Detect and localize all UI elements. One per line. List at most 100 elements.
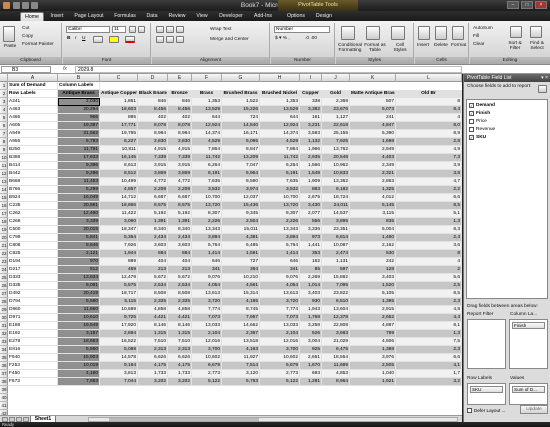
tab-review[interactable]: Review (164, 12, 190, 21)
value-cell[interactable]: 5,115 (100, 298, 138, 306)
value-cell[interactable]: 13,604 (322, 306, 350, 314)
autosum-button[interactable]: AutoSum (473, 26, 493, 31)
value-cell[interactable]: 7,957 (222, 314, 260, 322)
value-cell[interactable]: 2,208 (168, 186, 192, 194)
value-cell[interactable]: 4,9 (396, 146, 462, 154)
column-header-l[interactable]: L (396, 74, 462, 82)
value-cell[interactable]: 6,485 (222, 242, 260, 250)
value-cell[interactable]: 9,076 (260, 274, 300, 282)
sort-filter-button[interactable]: Sort & Filter (504, 41, 526, 51)
row-label-cell[interactable]: B414 (8, 162, 58, 170)
value-cell[interactable]: 8,575 (168, 202, 192, 210)
value-cell[interactable]: 597 (322, 266, 350, 274)
row-label-cell[interactable]: D860 (8, 306, 58, 314)
value-cell[interactable]: 7,864 (260, 146, 300, 154)
value-cell[interactable]: 11,422 (100, 210, 138, 218)
field-checkbox[interactable]: ✓ (469, 103, 474, 108)
value-cell[interactable]: 1,733 (138, 370, 168, 378)
value-cell[interactable]: 1,3 (396, 330, 462, 338)
value-cell[interactable]: 5,672 (168, 274, 192, 282)
value-cell[interactable]: 7,514 (222, 362, 260, 370)
value-cell[interactable]: 4,160 (58, 370, 100, 378)
value-cell[interactable]: 4,529 (192, 138, 222, 146)
value-cell[interactable]: 1,7 (396, 370, 462, 378)
value-cell[interactable]: Brushed Brass (222, 90, 260, 98)
value-cell[interactable]: 8,646 (58, 242, 100, 250)
value-cell[interactable]: 12,378 (322, 314, 350, 322)
value-cell[interactable]: 4,857 (100, 186, 138, 194)
value-cell[interactable]: 18,554 (322, 354, 350, 362)
value-cell[interactable]: 2,5 (396, 282, 462, 290)
format-painter-button[interactable]: Format Painter (22, 42, 54, 47)
value-cell[interactable]: 2,773 (260, 370, 300, 378)
row-header[interactable]: 11 (0, 162, 8, 170)
row-label-cell[interactable]: Sum of Demand (8, 82, 58, 90)
value-cell[interactable]: 11,689 (322, 362, 350, 370)
value-cell[interactable]: 925 (300, 346, 322, 354)
value-cell[interactable]: 6,626 (138, 354, 168, 362)
value-cell[interactable]: 3,339 (58, 218, 100, 226)
value-cell[interactable]: 3,915 (138, 162, 168, 170)
value-cell[interactable]: 11,742 (260, 154, 300, 162)
value-cell[interactable]: 13,343 (192, 226, 222, 234)
value-cell[interactable]: 8,512 (100, 170, 138, 178)
value-cell[interactable]: 3,258 (300, 322, 322, 330)
value-cell[interactable]: 10,087 (322, 242, 350, 250)
value-cell[interactable]: 8,745 (222, 306, 260, 314)
value-cell[interactable]: 1,131 (322, 258, 350, 266)
value-cell[interactable]: 7,339 (168, 154, 192, 162)
value-cell[interactable]: 3,6 (396, 242, 462, 250)
value-cell[interactable]: 885 (100, 114, 138, 122)
value-cell[interactable]: 24,011 (322, 202, 350, 210)
value-cell[interactable]: 5,6 (396, 274, 462, 282)
wrap-text-button[interactable]: Wrap Text (210, 27, 231, 32)
value-cell[interactable]: 1,698 (350, 138, 396, 146)
value-cell[interactable]: 10,962 (322, 162, 350, 170)
value-cell[interactable]: 15,436 (222, 202, 260, 210)
value-cell[interactable]: 5,145 (350, 202, 396, 210)
value-cell[interactable]: 2,504 (222, 218, 260, 226)
row-header[interactable]: 20 (0, 234, 8, 242)
shrink-font-icon[interactable] (138, 26, 145, 33)
finish-field-chip[interactable]: Finish (512, 322, 545, 329)
value-cell[interactable]: 1,414 (260, 250, 300, 258)
value-cell[interactable]: 5,192 (138, 210, 168, 218)
column-header-i[interactable]: I (300, 74, 322, 82)
value-cell[interactable]: 5,004 (350, 226, 396, 234)
value-cell[interactable]: 3,231 (300, 122, 322, 130)
value-cell[interactable]: 20,548 (322, 154, 350, 162)
scroll-thumb[interactable] (109, 418, 259, 421)
value-cell[interactable]: 883 (300, 186, 322, 194)
value-cell[interactable]: 3,974 (222, 186, 260, 194)
row-header[interactable]: 39 (0, 386, 8, 394)
value-cell[interactable]: Brass (192, 90, 222, 98)
value-cell[interactable]: 1,921 (350, 378, 396, 386)
value-cell[interactable]: 1,014 (300, 282, 322, 290)
value-cell[interactable]: 2,104 (260, 330, 300, 338)
row-header[interactable]: 18 (0, 218, 8, 226)
value-cell[interactable]: 3,700 (192, 346, 222, 354)
value-cell[interactable]: 2,894 (100, 330, 138, 338)
cell-styles-icon[interactable] (391, 26, 405, 40)
row-header[interactable]: 41 (0, 402, 8, 410)
value-cell[interactable]: 3,403 (300, 290, 322, 298)
value-cell[interactable]: 6,679 (192, 362, 222, 370)
value-cell[interactable]: 2,434 (168, 234, 192, 242)
find-select-button[interactable]: Find & Select (526, 41, 548, 51)
row-header[interactable]: 25 (0, 274, 8, 282)
value-cell[interactable]: 1,391 (138, 218, 168, 226)
value-cell[interactable]: 3,060 (100, 218, 138, 226)
value-cell[interactable]: 2,367 (222, 330, 260, 338)
row-label-cell[interactable]: C262 (8, 210, 58, 218)
row-header[interactable]: 8 (0, 138, 8, 146)
value-cell[interactable]: 7,073 (260, 314, 300, 322)
value-cell[interactable]: 2,675 (300, 194, 322, 202)
value-cell[interactable]: 14,662 (222, 322, 260, 330)
value-cell[interactable]: 10,689 (100, 306, 138, 314)
row-label-cell[interactable]: E278 (8, 338, 58, 346)
value-cell[interactable]: 1,391 (168, 218, 192, 226)
value-cell[interactable]: 7,047 (222, 162, 260, 170)
value-cell[interactable]: Bronze (168, 90, 192, 98)
row-label-cell[interactable]: A949 (8, 130, 58, 138)
value-cell[interactable]: 2,3 (396, 346, 462, 354)
